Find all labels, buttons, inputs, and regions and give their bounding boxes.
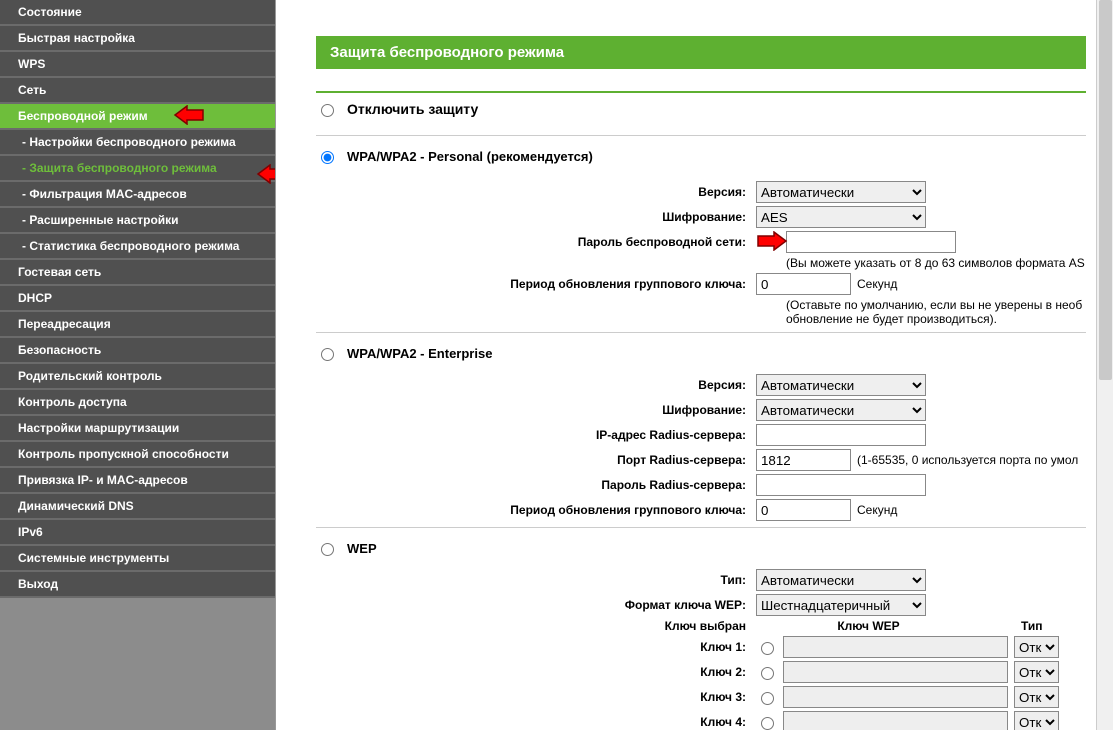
disable-label: Отключить защиту <box>347 101 478 117</box>
select-wep-type-1[interactable]: Отк <box>1014 636 1059 658</box>
nav-sub-mac-filter[interactable]: - Фильтрация MAC-адресов <box>0 182 275 208</box>
nav-item-network[interactable]: Сеть <box>0 78 275 104</box>
nav-item-system[interactable]: Системные инструменты <box>0 546 275 572</box>
radio-wep[interactable] <box>321 543 334 556</box>
label-password: Пароль беспроводной сети: <box>316 235 756 249</box>
wep-heading: WEP <box>347 541 377 556</box>
nav-item-wps[interactable]: WPS <box>0 52 275 78</box>
arrow-left-icon <box>173 105 205 125</box>
label-ent-version: Версия: <box>316 378 756 392</box>
input-wep-key-3[interactable] <box>783 686 1008 708</box>
nav-item-quick-setup[interactable]: Быстрая настройка <box>0 26 275 52</box>
select-wep-type-4[interactable]: Отк <box>1014 711 1059 730</box>
radio-wep-key-3[interactable] <box>761 692 774 705</box>
input-wep-key-4[interactable] <box>783 711 1008 730</box>
arrow-right-icon <box>756 231 788 251</box>
label-version: Версия: <box>316 185 756 199</box>
radio-disable[interactable] <box>321 104 334 117</box>
input-wep-key-2[interactable] <box>783 661 1008 683</box>
col-type: Тип <box>981 619 1041 633</box>
sidebar: Состояние Быстрая настройка WPS Сеть Бес… <box>0 0 275 730</box>
input-radius-pwd[interactable] <box>756 474 926 496</box>
content-area: Защита беспроводного режима Отключить за… <box>275 0 1113 730</box>
label-wep-selected: Ключ выбран <box>316 619 756 633</box>
note-radius-port: (1-65535, 0 используется порта по умол <box>857 453 1078 467</box>
wep-row-3: Ключ 3: Отк <box>316 686 1113 708</box>
wep-row-4: Ключ 4: Отк <box>316 711 1113 730</box>
divider <box>316 332 1086 333</box>
page-title: Защита беспроводного режима <box>316 36 1086 69</box>
nav-item-guest[interactable]: Гостевая сеть <box>0 260 275 286</box>
input-personal-password[interactable] <box>786 231 956 253</box>
select-wep-format[interactable]: Шестнадцатеричный <box>756 594 926 616</box>
nav-sub-stats[interactable]: - Статистика беспроводного режима <box>0 234 275 260</box>
wep-row-1: Ключ 1: Отк <box>316 636 1113 658</box>
input-personal-gk[interactable] <box>756 273 851 295</box>
select-wep-type[interactable]: Автоматически <box>756 569 926 591</box>
input-radius-port[interactable] <box>756 449 851 471</box>
radio-wep-key-2[interactable] <box>761 667 774 680</box>
divider <box>316 135 1086 136</box>
scrollbar[interactable] <box>1096 0 1113 730</box>
unit-seconds: Секунд <box>857 503 897 517</box>
enterprise-heading: WPA/WPA2 - Enterprise <box>347 346 492 361</box>
input-radius-ip[interactable] <box>756 424 926 446</box>
personal-heading: WPA/WPA2 - Personal (рекомендуется) <box>347 149 593 164</box>
label-ent-enc: Шифрование: <box>316 403 756 417</box>
unit-seconds: Секунд <box>857 277 897 291</box>
label-wep-format: Формат ключа WEP: <box>316 598 756 612</box>
nav-item-ipmac[interactable]: Привязка IP- и MAC-адресов <box>0 468 275 494</box>
radio-wep-key-4[interactable] <box>761 717 774 730</box>
divider <box>316 91 1086 93</box>
nav-item-dhcp[interactable]: DHCP <box>0 286 275 312</box>
section-disable: Отключить защиту <box>316 101 1113 117</box>
select-ent-enc[interactable]: Автоматически <box>756 399 926 421</box>
nav-sub-advanced[interactable]: - Расширенные настройки <box>0 208 275 234</box>
select-personal-version[interactable]: Автоматически <box>756 181 926 203</box>
label-wep-type: Тип: <box>316 573 756 587</box>
nav-item-wireless[interactable]: Беспроводной режим <box>0 104 275 130</box>
nav-item-status[interactable]: Состояние <box>0 0 275 26</box>
section-wep: WEP <box>316 540 1113 556</box>
select-personal-enc[interactable]: AES <box>756 206 926 228</box>
radio-enterprise[interactable] <box>321 348 334 361</box>
nav-item-access[interactable]: Контроль доступа <box>0 390 275 416</box>
col-key: Ключ WEP <box>756 619 981 633</box>
nav-item-security[interactable]: Безопасность <box>0 338 275 364</box>
section-personal: WPA/WPA2 - Personal (рекомендуется) <box>316 148 1113 164</box>
label-ent-gk: Период обновления группового ключа: <box>316 503 756 517</box>
scroll-thumb[interactable] <box>1099 0 1112 380</box>
nav-item-parental[interactable]: Родительский контроль <box>0 364 275 390</box>
nav-item-ipv6[interactable]: IPv6 <box>0 520 275 546</box>
label-group-key: Период обновления группового ключа: <box>316 277 756 291</box>
label-radius-port: Порт Radius-сервера: <box>316 453 756 467</box>
nav-item-forwarding[interactable]: Переадресация <box>0 312 275 338</box>
label-radius-pwd: Пароль Radius-сервера: <box>316 478 756 492</box>
divider <box>316 527 1086 528</box>
wep-row-2: Ключ 2: Отк <box>316 661 1113 683</box>
nav-item-logout[interactable]: Выход <box>0 572 275 598</box>
section-enterprise: WPA/WPA2 - Enterprise <box>316 345 1113 361</box>
nav-item-bandwidth[interactable]: Контроль пропускной способности <box>0 442 275 468</box>
note-password: (Вы можете указать от 8 до 63 символов ф… <box>786 256 1113 270</box>
radio-personal[interactable] <box>321 151 334 164</box>
note-gk: (Оставьте по умолчанию, если вы не увере… <box>786 298 1113 326</box>
nav-sub-wireless-settings[interactable]: - Настройки беспроводного режима <box>0 130 275 156</box>
nav-sub-wireless-security[interactable]: - Защита беспроводного режима <box>0 156 275 182</box>
select-wep-type-3[interactable]: Отк <box>1014 686 1059 708</box>
input-ent-gk[interactable] <box>756 499 851 521</box>
label-radius-ip: IP-адрес Radius-сервера: <box>316 428 756 442</box>
label-encryption: Шифрование: <box>316 210 756 224</box>
select-ent-version[interactable]: Автоматически <box>756 374 926 396</box>
select-wep-type-2[interactable]: Отк <box>1014 661 1059 683</box>
nav-item-routing[interactable]: Настройки маршрутизации <box>0 416 275 442</box>
nav-item-ddns[interactable]: Динамический DNS <box>0 494 275 520</box>
radio-wep-key-1[interactable] <box>761 642 774 655</box>
input-wep-key-1[interactable] <box>783 636 1008 658</box>
